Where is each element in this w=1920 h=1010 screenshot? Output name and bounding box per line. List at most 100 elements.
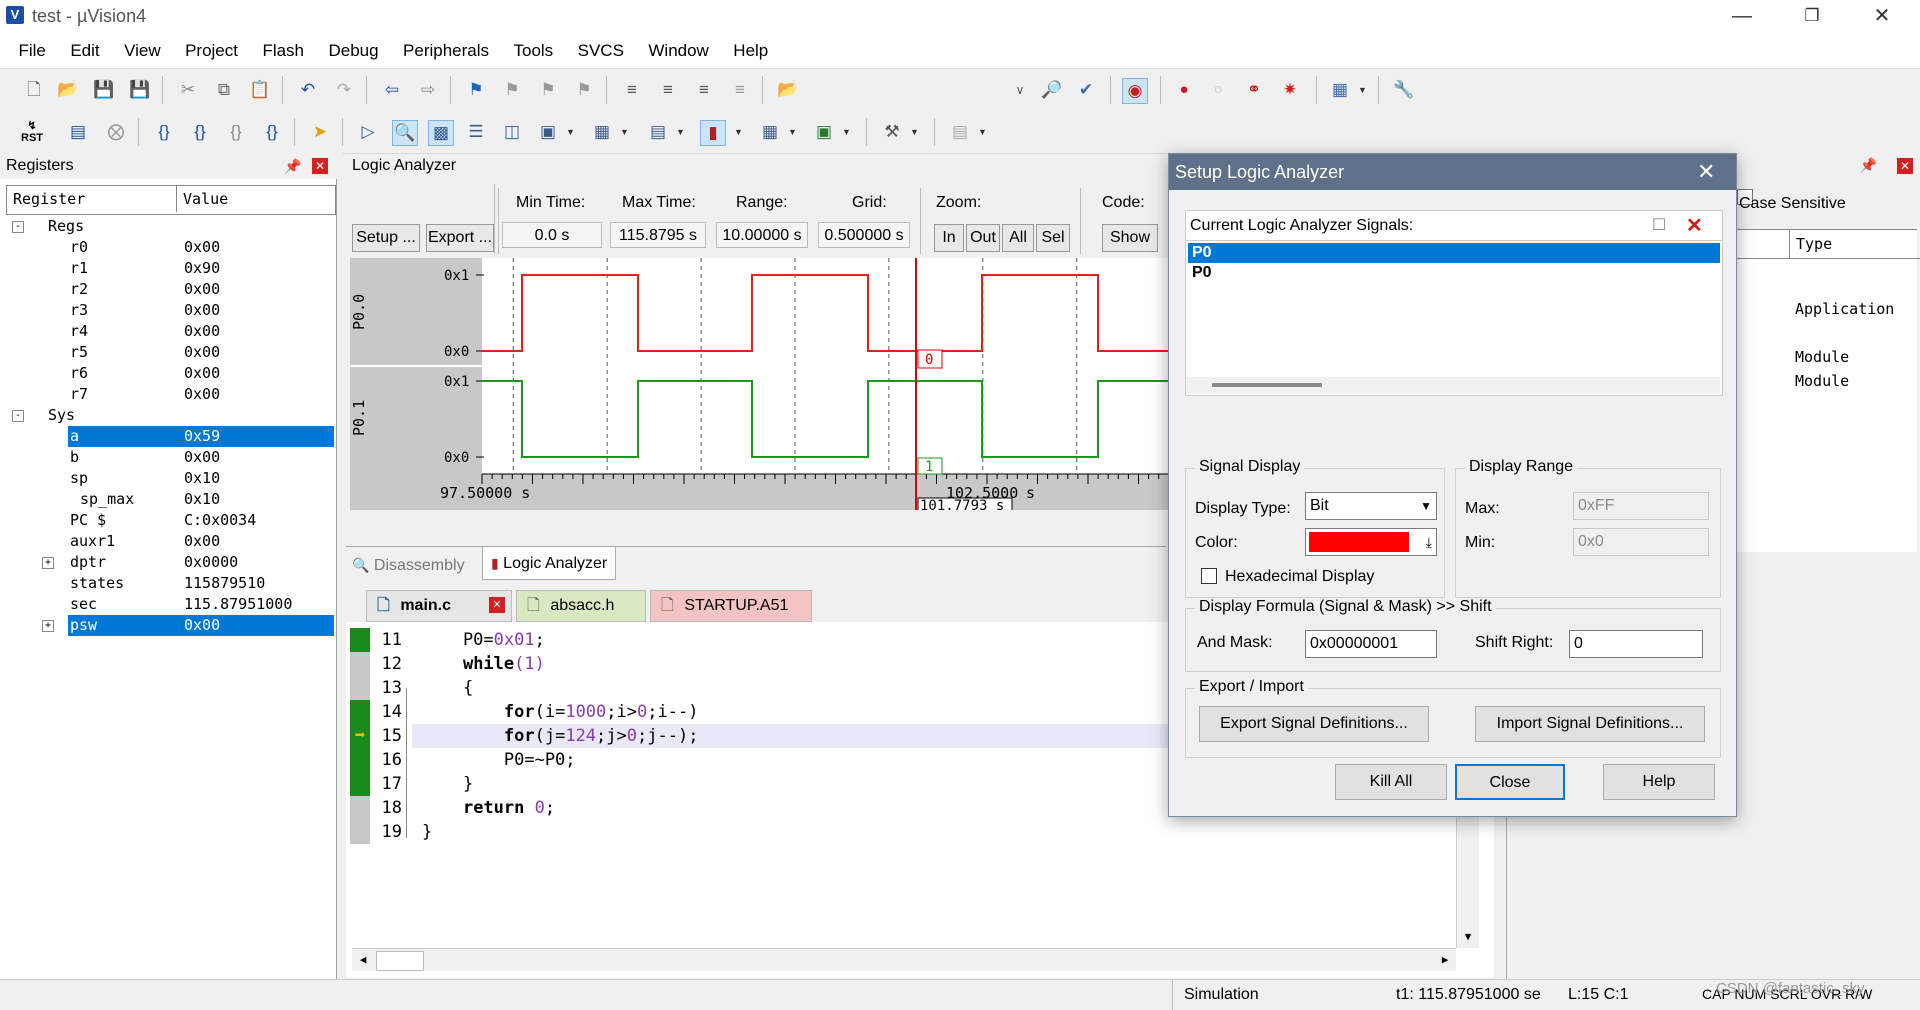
zoom-all-button[interactable]: All bbox=[1002, 224, 1034, 252]
code-line[interactable]: for(i=1000;i>0;i--) bbox=[422, 700, 699, 724]
cut-icon[interactable]: ✂ bbox=[176, 78, 200, 102]
kill-all-button[interactable]: Kill All bbox=[1335, 764, 1447, 800]
code-line[interactable]: } bbox=[422, 772, 473, 796]
code-line[interactable]: return 0; bbox=[422, 796, 555, 820]
menu-peripherals[interactable]: Peripherals bbox=[393, 34, 499, 68]
analysis-window-icon[interactable]: ▮ bbox=[700, 120, 726, 146]
toolbox-icon[interactable]: ⚒ bbox=[880, 120, 904, 144]
save-all-icon[interactable]: 💾 bbox=[128, 78, 152, 102]
file-tab-absacc-h[interactable]: 🗋 absacc.h bbox=[516, 590, 646, 622]
debug-session-icon[interactable]: ◉ bbox=[1122, 78, 1148, 104]
code-line[interactable]: { bbox=[422, 676, 473, 700]
analysis-dropdown-icon[interactable]: ▼ bbox=[734, 120, 744, 144]
serial-dropdown-icon[interactable]: ▼ bbox=[676, 120, 686, 144]
prev-bookmark-icon[interactable]: ⚑ bbox=[500, 78, 524, 102]
window-layout-icon[interactable]: ▦ bbox=[1328, 78, 1352, 102]
signals-scroll-thumb[interactable] bbox=[1212, 383, 1322, 387]
register-row[interactable]: PC $ C:0x0034 bbox=[6, 510, 334, 531]
code-line[interactable]: P0=0x01; bbox=[422, 628, 545, 652]
system-viewer-dropdown-icon[interactable]: ▼ bbox=[842, 120, 852, 144]
register-row[interactable]: - Regs bbox=[6, 216, 334, 237]
run-to-cursor-icon[interactable]: {} bbox=[260, 120, 284, 144]
collapse-icon[interactable]: - bbox=[12, 221, 24, 233]
debug-restore-dropdown-icon[interactable]: ▼ bbox=[978, 120, 988, 144]
incremental-find-icon[interactable]: ✔ bbox=[1074, 78, 1098, 102]
setup-button[interactable]: Setup ... bbox=[352, 224, 420, 252]
code-line[interactable]: } bbox=[422, 820, 432, 844]
collapse-icon[interactable]: - bbox=[12, 410, 24, 422]
min-field[interactable]: 0x0 bbox=[1573, 528, 1709, 556]
trace-dropdown-icon[interactable]: ▼ bbox=[788, 120, 798, 144]
next-bookmark-icon[interactable]: ⚑ bbox=[536, 78, 560, 102]
find-combo-dropdown-icon[interactable]: ∨ bbox=[1008, 78, 1032, 102]
clear-bookmarks-icon[interactable]: ⚑ bbox=[572, 78, 596, 102]
nav-back-icon[interactable]: ⇦ bbox=[380, 78, 404, 102]
code-line[interactable]: P0=~P0; bbox=[422, 748, 576, 772]
zoom-out-button[interactable]: Out bbox=[966, 224, 1000, 252]
register-column-header[interactable]: Register bbox=[7, 186, 177, 212]
open-folder-icon[interactable]: 📂 bbox=[56, 78, 80, 102]
save-icon[interactable]: 💾 bbox=[92, 78, 116, 102]
col-type-header[interactable]: Type bbox=[1789, 230, 1920, 259]
maximize-button[interactable]: ❐ bbox=[1784, 0, 1840, 34]
close-symbols-icon[interactable]: ✕ bbox=[1897, 158, 1913, 174]
expand-icon[interactable]: + bbox=[42, 557, 54, 569]
step-over-icon[interactable]: {} bbox=[188, 120, 212, 144]
menu-window[interactable]: Window bbox=[638, 34, 718, 68]
find-icon[interactable]: 🔎 bbox=[1040, 78, 1064, 102]
close-registers-icon[interactable]: ✕ bbox=[312, 158, 328, 174]
configure-icon[interactable]: 🔧 bbox=[1392, 78, 1416, 102]
delete-signal-icon[interactable]: ✕ bbox=[1686, 211, 1703, 241]
close-window-button[interactable]: ✕ bbox=[1854, 0, 1910, 34]
and-mask-field[interactable]: 0x00000001 bbox=[1305, 630, 1437, 658]
register-row[interactable]: sp 0x10 bbox=[6, 468, 334, 489]
logic-analyzer-plot[interactable]: P0.0 P0.1 0x1 0x0 0x1 0x0 0 1 97.50000 s… bbox=[350, 258, 1172, 514]
command-window-icon[interactable]: ▷ bbox=[356, 120, 380, 144]
code-line[interactable]: while(1) bbox=[422, 652, 545, 676]
memory-window-icon[interactable]: ▦ bbox=[590, 120, 614, 144]
call-stack-icon[interactable]: ◫ bbox=[500, 120, 524, 144]
signal-p0-0-label[interactable]: P0.0 bbox=[350, 294, 368, 330]
stop-icon[interactable]: ⨂ bbox=[104, 120, 128, 144]
disassembly-window-icon[interactable]: 🔍 bbox=[392, 120, 418, 146]
indent-icon[interactable]: ≡ bbox=[620, 78, 644, 102]
register-row[interactable]: r4 0x00 bbox=[6, 321, 334, 342]
symbols-window-icon[interactable]: ▩ bbox=[428, 120, 454, 146]
breakpoint-icon[interactable]: ● bbox=[1172, 78, 1196, 102]
watch-window-icon[interactable]: ▣ bbox=[536, 120, 560, 144]
window-layout-dropdown-icon[interactable]: ▼ bbox=[1358, 78, 1368, 102]
menu-flash[interactable]: Flash bbox=[252, 34, 314, 68]
register-row[interactable]: r1 0x90 bbox=[6, 258, 334, 279]
show-next-statement-icon[interactable]: ➤ bbox=[308, 120, 332, 144]
scroll-right-arrow-icon[interactable]: ▶ bbox=[1434, 949, 1456, 971]
paste-icon[interactable]: 📋 bbox=[248, 78, 272, 102]
new-signal-icon[interactable]: ☐ bbox=[1652, 211, 1666, 241]
signal-item[interactable]: P0 bbox=[1188, 263, 1720, 283]
copy-icon[interactable]: ⧉ bbox=[212, 78, 236, 102]
shift-right-field[interactable]: 0 bbox=[1569, 630, 1703, 658]
register-row[interactable]: b 0x00 bbox=[6, 447, 334, 468]
pin-icon[interactable]: 📌 bbox=[1860, 157, 1877, 174]
logic-analyzer-tab[interactable]: ▮ Logic Analyzer bbox=[482, 547, 617, 580]
display-type-select[interactable]: Bit ▼ bbox=[1305, 492, 1437, 520]
minimize-button[interactable]: — bbox=[1714, 0, 1770, 34]
disable-breakpoint-icon[interactable]: ○ bbox=[1206, 78, 1230, 102]
register-row[interactable]: r6 0x00 bbox=[6, 363, 334, 384]
export-button[interactable]: Export ... bbox=[426, 224, 494, 252]
scroll-left-arrow-icon[interactable]: ◀ bbox=[352, 949, 374, 971]
max-field[interactable]: 0xFF bbox=[1573, 492, 1709, 520]
menu-debug[interactable]: Debug bbox=[318, 34, 388, 68]
signal-p0-1-label[interactable]: P0.1 bbox=[350, 400, 368, 436]
register-row[interactable]: states 115879510 bbox=[6, 573, 334, 594]
trace-window-icon[interactable]: ▦ bbox=[758, 120, 782, 144]
register-row[interactable]: r5 0x00 bbox=[6, 342, 334, 363]
hex-display-checkbox[interactable] bbox=[1201, 568, 1217, 584]
kill-all-breakpoints-icon[interactable]: ✷ bbox=[1278, 78, 1302, 102]
menu-svcs[interactable]: SVCS bbox=[568, 34, 634, 68]
editor-horizontal-scrollbar[interactable]: ◀ ▶ bbox=[352, 948, 1456, 971]
comment-icon[interactable]: ≡ bbox=[692, 78, 716, 102]
import-signal-definitions-button[interactable]: Import Signal Definitions... bbox=[1475, 706, 1705, 742]
menu-view[interactable]: View bbox=[114, 34, 171, 68]
memory-dropdown-icon[interactable]: ▼ bbox=[620, 120, 630, 144]
step-into-icon[interactable]: {} bbox=[152, 120, 176, 144]
